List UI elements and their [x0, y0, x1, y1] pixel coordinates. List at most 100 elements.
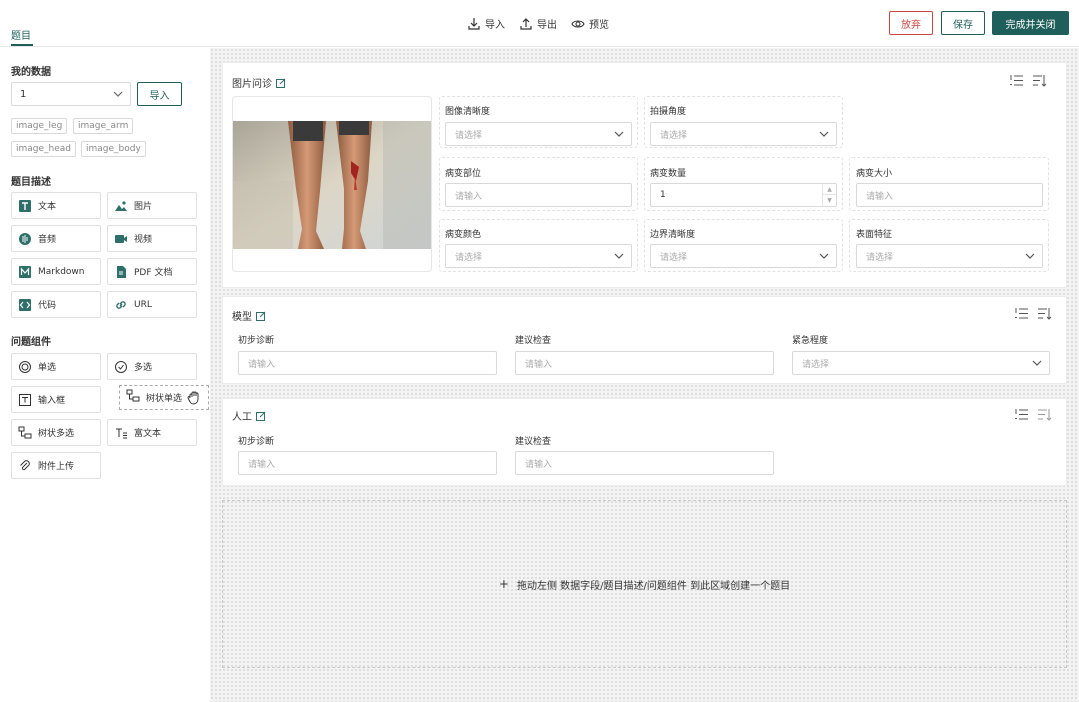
- chevron-down-icon[interactable]: ▼: [823, 195, 836, 206]
- model-exam-input[interactable]: 请输入: [515, 351, 774, 375]
- edit-icon[interactable]: [256, 311, 266, 321]
- download-icon: [468, 17, 480, 30]
- ordered-list-icon[interactable]: [1014, 307, 1029, 320]
- radio-icon: [18, 360, 32, 374]
- sort-icon[interactable]: [1032, 74, 1047, 87]
- edit-icon[interactable]: [276, 78, 286, 88]
- chevron-down-icon: [819, 131, 829, 137]
- card-title-text: 模型: [232, 312, 252, 323]
- checkbox-icon: [114, 360, 128, 374]
- lesion-count-stepper[interactable]: 1 ▲ ▼: [650, 183, 837, 207]
- tab-questions[interactable]: 题目: [11, 27, 31, 42]
- placeholder: 请输入: [525, 459, 553, 470]
- field-label: 初步诊断: [238, 336, 275, 346]
- component-label: 附件上传: [38, 462, 75, 472]
- chevron-down-icon: [614, 253, 624, 259]
- component-checkbox[interactable]: 多选: [107, 353, 197, 380]
- ordered-list-icon[interactable]: [1014, 408, 1029, 421]
- import-action[interactable]: 导入: [467, 16, 505, 31]
- placeholder: 请输入: [248, 459, 276, 470]
- component-label: 树状多选: [38, 429, 75, 439]
- component-tree-multi[interactable]: 树状多选: [11, 419, 101, 446]
- edit-icon[interactable]: [256, 411, 266, 421]
- ordered-list-icon[interactable]: [1009, 74, 1024, 87]
- placeholder: 请选择: [660, 130, 688, 141]
- data-field-tag[interactable]: image_head: [11, 141, 77, 157]
- desc-item-label: 视频: [134, 235, 153, 245]
- chevron-up-icon[interactable]: ▲: [823, 184, 836, 195]
- finish-close-button[interactable]: 完成并关闭: [992, 11, 1069, 35]
- save-button[interactable]: 保存: [941, 11, 985, 35]
- field-label: 建议检查: [515, 336, 552, 346]
- placeholder: 请选择: [660, 252, 688, 263]
- data-select-value: 1: [20, 88, 27, 100]
- preview-action[interactable]: 预览: [571, 16, 609, 31]
- component-radio[interactable]: 单选: [11, 353, 101, 380]
- desc-item-image[interactable]: 图片: [107, 192, 197, 219]
- data-field-tag[interactable]: image_arm: [73, 118, 134, 134]
- stepper-arrows[interactable]: ▲ ▼: [822, 184, 836, 206]
- desc-item-pdf[interactable]: PDF 文档: [107, 258, 197, 285]
- data-field-tag[interactable]: image_body: [81, 141, 146, 157]
- lesion-color-select[interactable]: 请选择: [445, 244, 632, 268]
- desc-item-label: 代码: [38, 301, 57, 311]
- grab-cursor-icon: [187, 391, 199, 405]
- card-title: 模型: [232, 308, 266, 323]
- model-diagnosis-input[interactable]: 请输入: [238, 351, 497, 375]
- lesion-size-input[interactable]: 请输入: [856, 183, 1043, 207]
- field-label: 建议检查: [515, 437, 552, 447]
- placeholder: 请选择: [455, 130, 483, 141]
- field-label: 病变数量: [650, 169, 687, 179]
- desc-item-label: URL: [134, 299, 152, 310]
- image-icon: [114, 199, 128, 213]
- lesion-location-input[interactable]: 请输入: [445, 183, 632, 207]
- desc-item-video[interactable]: 视频: [107, 225, 197, 252]
- pdf-icon: [114, 265, 128, 279]
- component-label: 单选: [38, 363, 57, 373]
- image-preview: [232, 96, 432, 272]
- chevron-down-icon: [1032, 360, 1042, 366]
- sort-icon[interactable]: [1037, 408, 1052, 421]
- component-input[interactable]: 输入框: [11, 386, 101, 413]
- card-title-text: 图片问诊: [232, 79, 272, 90]
- shoot-angle-select[interactable]: 请选择: [650, 122, 837, 146]
- drop-zone[interactable]: + 拖动左侧 数据字段/题目描述/问题组件 到此区域创建一个题目: [222, 500, 1067, 668]
- field-label: 紧急程度: [792, 336, 829, 346]
- data-field-tag[interactable]: image_leg: [11, 118, 68, 134]
- text-icon: [18, 199, 32, 213]
- export-action[interactable]: 导出: [519, 16, 557, 31]
- edge-clarity-select[interactable]: 请选择: [650, 244, 837, 268]
- manual-exam-input[interactable]: 请输入: [515, 451, 774, 475]
- desc-item-markdown[interactable]: Markdown: [11, 258, 101, 285]
- placeholder: 请选择: [802, 359, 830, 370]
- markdown-icon: [18, 265, 32, 279]
- question-components-title: 问题组件: [11, 337, 51, 348]
- desc-item-audio[interactable]: 音频: [11, 225, 101, 252]
- desc-item-code[interactable]: 代码: [11, 291, 101, 318]
- field-label: 图像清晰度: [445, 107, 491, 117]
- preview-label: 预览: [589, 20, 609, 31]
- manual-diagnosis-input[interactable]: 请输入: [238, 451, 497, 475]
- image-clarity-select[interactable]: 请选择: [445, 122, 632, 146]
- sort-icon[interactable]: [1037, 307, 1052, 320]
- surface-feature-select[interactable]: 请选择: [856, 244, 1043, 268]
- field-label: 初步诊断: [238, 437, 275, 447]
- desc-item-label: 音频: [38, 235, 57, 245]
- desc-item-text[interactable]: 文本: [11, 192, 101, 219]
- card-tools: [1014, 307, 1052, 320]
- model-urgency-select[interactable]: 请选择: [792, 351, 1050, 375]
- top-actions: 导入 导出 预览: [467, 16, 609, 31]
- tree-icon: [18, 426, 32, 440]
- component-attachment[interactable]: 附件上传: [11, 452, 101, 479]
- code-icon: [18, 298, 32, 312]
- discard-button[interactable]: 放弃: [889, 11, 933, 35]
- data-import-button[interactable]: 导入: [137, 82, 182, 106]
- component-rich-text[interactable]: 富文本: [107, 419, 197, 446]
- card-title: 人工: [232, 408, 266, 423]
- component-label: 输入框: [38, 396, 66, 406]
- data-select[interactable]: 1: [11, 82, 131, 106]
- card-tools: [1009, 74, 1047, 87]
- desc-item-label: 文本: [38, 202, 57, 212]
- placeholder: 请输入: [525, 359, 553, 370]
- desc-item-url[interactable]: URL: [107, 291, 197, 318]
